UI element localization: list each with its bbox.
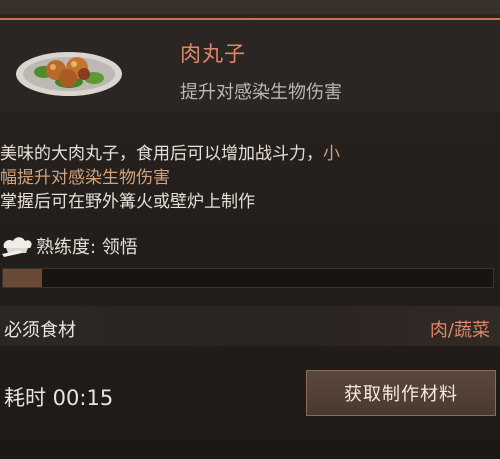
proficiency-progress-fill — [3, 269, 43, 287]
item-description: 美味的大肉丸子，食用后可以增加战斗力，小 幅提升对感染生物伤害 掌握后可在野外篝… — [0, 142, 500, 214]
ingredients-label: 必须食材 — [4, 320, 76, 341]
recipe-panel: 肉丸子 提升对感染生物伤害 美味的大肉丸子，食用后可以增加战斗力，小 幅提升对感… — [0, 0, 500, 459]
description-line-2: 幅提升对感染生物伤害 — [0, 166, 500, 190]
bottom-edge — [0, 440, 500, 459]
description-line-3: 掌握后可在野外篝火或壁炉上制作 — [0, 192, 255, 212]
ingredients-row: 必须食材 肉/蔬菜 — [0, 306, 500, 346]
cook-time: 耗时 00:15 — [4, 386, 114, 410]
item-name: 肉丸子 — [180, 42, 246, 66]
description-line-1: 美味的大肉丸子，食用后可以增加战斗力，小 — [0, 142, 500, 166]
top-bar — [0, 0, 500, 14]
ingredients-value: 肉/蔬菜 — [429, 320, 490, 341]
description-highlight: 幅提升对感染生物伤害 — [0, 168, 170, 188]
chef-hat-icon — [2, 237, 32, 257]
proficiency-row: 熟练度: 领悟 — [0, 232, 138, 260]
description-highlight: 小 — [323, 144, 340, 164]
get-materials-button[interactable]: 获取制作材料 — [306, 370, 496, 416]
description-text: 美味的大肉丸子，食用后可以增加战斗力， — [0, 144, 323, 164]
proficiency-label: 熟练度: 领悟 — [36, 237, 138, 258]
proficiency-progress-bar — [2, 268, 494, 288]
item-effect: 提升对感染生物伤害 — [180, 82, 342, 103]
meatball-dish-icon — [16, 52, 122, 96]
